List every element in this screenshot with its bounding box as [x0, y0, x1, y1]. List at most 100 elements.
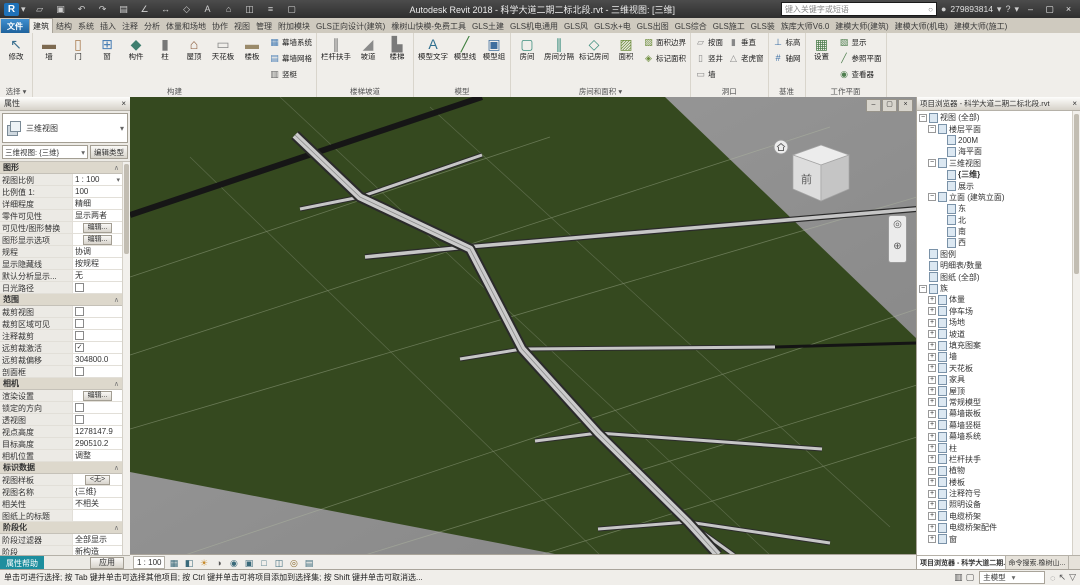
- tree-toggle-icon[interactable]: −: [928, 193, 936, 202]
- project-browser-close-icon[interactable]: ×: [1072, 99, 1077, 108]
- measure-icon[interactable]: ∠: [136, 0, 154, 18]
- tree-item[interactable]: 北: [917, 215, 1072, 226]
- section-icon[interactable]: ◫: [241, 0, 259, 18]
- checkbox[interactable]: [75, 367, 84, 376]
- section-collapse-icon[interactable]: ∧: [114, 464, 119, 472]
- ribbon-tab-2[interactable]: 结构: [53, 19, 75, 33]
- tree-item[interactable]: + 电缆桥架: [917, 511, 1072, 522]
- sun-path-icon[interactable]: ☀: [197, 557, 210, 569]
- ribbon-button[interactable]: ▮ 垂直: [726, 34, 766, 50]
- checkbox[interactable]: [75, 307, 84, 316]
- ribbon-tab-23[interactable]: 建模大师(建筑): [832, 19, 891, 33]
- tree-toggle-icon[interactable]: −: [928, 125, 936, 134]
- tree-item[interactable]: − 三维视图: [917, 158, 1072, 169]
- ribbon-tab-1[interactable]: 建筑: [29, 18, 53, 33]
- tree-item[interactable]: + 天花板: [917, 363, 1072, 374]
- property-value[interactable]: 编辑...: [72, 390, 122, 401]
- tree-item[interactable]: 展示: [917, 180, 1072, 192]
- tree-item[interactable]: + 场地: [917, 317, 1072, 328]
- tree-toggle-icon[interactable]: +: [928, 512, 936, 521]
- checkbox[interactable]: [75, 415, 84, 424]
- nav-wheel-icon[interactable]: ◎: [889, 219, 907, 237]
- ribbon-button[interactable]: ▥ 竖梃: [267, 66, 314, 82]
- tree-toggle-icon[interactable]: +: [928, 409, 936, 418]
- checkbox[interactable]: [75, 331, 84, 340]
- ribbon-button[interactable]: ▦ 幕墙系统: [267, 34, 314, 50]
- property-value[interactable]: 调整: [72, 450, 122, 461]
- property-value[interactable]: 显示两者: [72, 210, 122, 221]
- ribbon-tab-4[interactable]: 插入: [97, 19, 119, 33]
- thin-lines-icon[interactable]: ≡: [262, 0, 280, 18]
- edit-button[interactable]: 编辑...: [82, 234, 113, 245]
- dimension-icon[interactable]: ↔: [157, 0, 175, 18]
- tree-item[interactable]: + 楼板: [917, 477, 1072, 488]
- show-crop-icon[interactable]: □: [257, 557, 270, 569]
- tree-item[interactable]: − 视图 (全部): [917, 112, 1072, 123]
- section-collapse-icon[interactable]: ∧: [114, 380, 119, 388]
- open-icon[interactable]: ▱: [31, 0, 49, 18]
- ribbon-tab-24[interactable]: 建模大师(机电): [892, 19, 951, 33]
- ribbon-button[interactable]: ▣ 模型组: [480, 34, 508, 63]
- property-value[interactable]: 1 : 100 ▾: [72, 174, 122, 185]
- tree-toggle-icon[interactable]: +: [928, 421, 936, 430]
- ribbon-button[interactable]: ▨ 面积: [612, 34, 640, 63]
- tree-item[interactable]: + 幕墙竖梃: [917, 420, 1072, 431]
- ribbon-button[interactable]: ▬ 墙: [35, 34, 63, 63]
- ribbon-tab-22[interactable]: 族库大师V6.0: [778, 19, 832, 33]
- design-options-icon[interactable]: ▢: [966, 572, 975, 583]
- minimize-button[interactable]: –: [1023, 4, 1038, 14]
- ribbon-button[interactable]: ╱ 参照平面: [837, 50, 884, 66]
- property-value[interactable]: {三维}: [72, 486, 122, 497]
- tree-item[interactable]: + 填充图案: [917, 340, 1072, 351]
- tree-toggle-icon[interactable]: +: [928, 478, 936, 487]
- checkbox[interactable]: [75, 403, 84, 412]
- tree-item[interactable]: + 柱: [917, 442, 1072, 454]
- tree-toggle-icon[interactable]: +: [928, 444, 936, 453]
- properties-scroll-thumb[interactable]: [124, 164, 129, 254]
- section-collapse-icon[interactable]: ∧: [114, 164, 119, 172]
- type-selector-caret-icon[interactable]: ▾: [120, 124, 124, 133]
- reveal-hidden-icon[interactable]: ◎: [287, 557, 300, 569]
- ribbon-button[interactable]: ▢ 房间: [513, 34, 541, 63]
- undo-icon[interactable]: ↶: [73, 0, 91, 18]
- search-icon[interactable]: ○: [928, 5, 933, 14]
- tree-item[interactable]: + 墙: [917, 351, 1072, 362]
- property-section-header[interactable]: 阶段化 ∧: [0, 522, 122, 534]
- tree-toggle-icon[interactable]: +: [928, 500, 936, 509]
- property-value[interactable]: 不相关: [72, 498, 122, 509]
- tree-item[interactable]: + 坡道: [917, 328, 1072, 340]
- ribbon-button[interactable]: # 轴网: [771, 50, 803, 66]
- tree-item[interactable]: + 体量: [917, 294, 1072, 305]
- ribbon-button[interactable]: A 模型文字: [416, 34, 450, 63]
- tree-toggle-icon[interactable]: −: [928, 159, 936, 168]
- ribbon-tab-6[interactable]: 分析: [141, 19, 163, 33]
- ribbon-button[interactable]: ∥ 栏杆扶手: [319, 34, 353, 63]
- user-id[interactable]: 279893814: [950, 4, 993, 14]
- property-value[interactable]: [72, 414, 122, 425]
- shadows-icon[interactable]: ◑: [212, 557, 225, 569]
- tree-toggle-icon[interactable]: +: [928, 387, 936, 396]
- ribbon-button[interactable]: ▭ 墙: [693, 66, 725, 82]
- type-selector[interactable]: 三维视图 ▾: [2, 113, 128, 143]
- ribbon-button[interactable]: ▬ 楼板: [238, 34, 266, 63]
- ribbon-tab-20[interactable]: GLS施工: [710, 19, 748, 33]
- tree-item[interactable]: − 族: [917, 283, 1072, 294]
- ribbon-button[interactable]: ◆ 构件: [122, 34, 150, 63]
- apply-button[interactable]: 应用: [90, 557, 124, 569]
- help-search-input[interactable]: 键入关键字或短语 ○: [780, 2, 937, 16]
- ribbon-button[interactable]: ▯ 竖井: [693, 50, 725, 66]
- ribbon-button[interactable]: ⌂ 屋顶: [180, 34, 208, 63]
- property-value[interactable]: 290510.2: [72, 438, 122, 449]
- tree-item[interactable]: 明细表/数量: [917, 260, 1072, 271]
- tree-item[interactable]: + 停车场: [917, 306, 1072, 317]
- property-value[interactable]: [72, 306, 122, 317]
- maximize-button[interactable]: ▢: [1042, 4, 1057, 15]
- property-value[interactable]: 协调: [72, 246, 122, 257]
- view-minimize-icon[interactable]: –: [866, 99, 881, 112]
- ribbon-button[interactable]: ▱ 按面: [693, 34, 725, 50]
- property-value[interactable]: 1278147.9: [72, 426, 122, 437]
- ribbon-tab-10[interactable]: 管理: [253, 19, 275, 33]
- tree-item[interactable]: + 幕墙嵌板: [917, 408, 1072, 419]
- save-icon[interactable]: ▣: [52, 0, 70, 18]
- edit-type-button[interactable]: 编辑类型: [90, 145, 128, 159]
